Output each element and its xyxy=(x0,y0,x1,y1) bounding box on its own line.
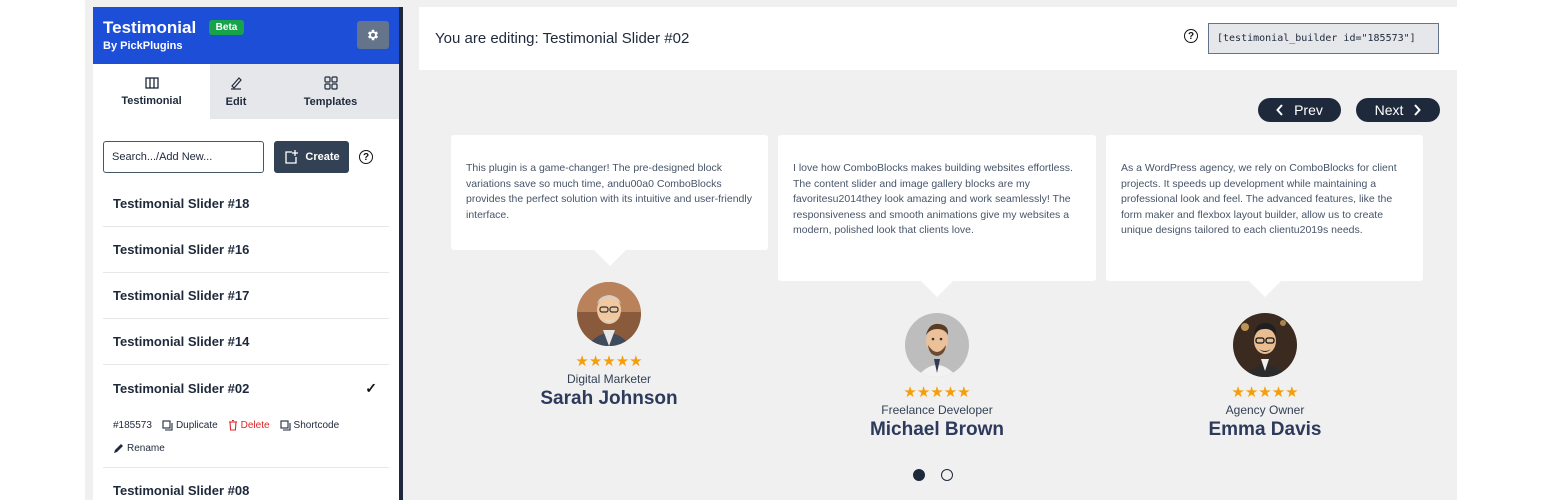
search-row: Create ? xyxy=(93,119,399,173)
tab-edit[interactable]: Edit xyxy=(210,64,262,119)
list-item-label: Testimonial Slider #14 xyxy=(113,334,250,349)
rating-stars: ★★★★★ xyxy=(1231,384,1299,401)
create-label: Create xyxy=(305,151,340,163)
copy-icon xyxy=(279,419,291,431)
columns-icon xyxy=(144,76,159,89)
grid-icon xyxy=(323,75,338,90)
sidebar: Testimonial Beta By PickPlugins Testimon… xyxy=(93,7,399,500)
editor-header: You are editing: Testimonial Slider #02 … xyxy=(419,7,1457,70)
rename-button[interactable]: Rename xyxy=(113,443,165,454)
shortcode-field[interactable]: [testimonial_builder id="185573"] xyxy=(1208,23,1439,54)
testimonial-card: As a WordPress agency, we rely on ComboB… xyxy=(1106,135,1423,297)
tab-templates[interactable]: Templates xyxy=(262,64,399,119)
list-item[interactable]: Testimonial Slider #18 xyxy=(103,181,389,227)
list-item-selected[interactable]: Testimonial Slider #02 ✓ xyxy=(103,365,389,411)
sidebar-tabs: Testimonial Edit Templates xyxy=(93,64,399,119)
author-role: Agency Owner xyxy=(1225,403,1305,417)
testimonial-text: I love how ComboBlocks makes building we… xyxy=(793,162,1073,236)
avatar xyxy=(1233,313,1297,377)
avatar xyxy=(905,313,969,377)
testimonial-card: This plugin is a game-changer! The pre-d… xyxy=(451,135,768,266)
beta-badge: Beta xyxy=(208,20,245,35)
brand-subtitle: By PickPlugins xyxy=(103,40,183,52)
item-id: #185573 xyxy=(113,419,152,431)
left-gutter xyxy=(0,0,85,500)
rating-stars: ★★★★★ xyxy=(575,353,643,370)
help-icon[interactable]: ? xyxy=(1184,29,1198,43)
add-document-icon xyxy=(285,150,299,164)
duplicate-label: Duplicate xyxy=(175,419,218,431)
help-icon[interactable]: ? xyxy=(359,150,373,164)
delete-label: Delete xyxy=(240,419,270,431)
create-button[interactable]: Create xyxy=(274,141,349,173)
pencil-icon xyxy=(231,76,242,90)
copy-icon xyxy=(162,419,173,431)
chevron-right-icon xyxy=(1414,104,1422,116)
prev-label: Prev xyxy=(1294,102,1323,118)
author-name: Michael Brown xyxy=(869,419,1005,440)
next-button[interactable]: Next xyxy=(1356,98,1440,122)
next-label: Next xyxy=(1374,102,1404,118)
gear-icon xyxy=(367,29,379,41)
author-name: Sarah Johnson xyxy=(540,388,678,409)
delete-button[interactable]: Delete xyxy=(228,419,270,431)
author-name: Emma Davis xyxy=(1208,419,1322,440)
search-input[interactable] xyxy=(103,141,264,173)
sidebar-divider xyxy=(399,7,403,500)
checkmark-icon: ✓ xyxy=(365,379,377,396)
slider-pagination xyxy=(913,469,953,481)
list-item-label: Testimonial Slider #17 xyxy=(113,288,250,303)
prev-button[interactable]: Prev xyxy=(1258,98,1341,122)
list-item-label: Testimonial Slider #18 xyxy=(113,196,250,211)
list-item-label: Testimonial Slider #16 xyxy=(113,242,250,257)
list-item-label: Testimonial Slider #08 xyxy=(113,483,250,498)
brand-header: Testimonial Beta By PickPlugins xyxy=(93,7,399,64)
testimonial-text: This plugin is a game-changer! The pre-d… xyxy=(466,162,752,221)
testimonial-author: ★★★★★ Agency Owner Emma Davis xyxy=(1165,313,1365,441)
shortcode-label: Shortcode xyxy=(293,419,340,431)
item-actions: #185573 Duplicate Delete Shortcode Renam… xyxy=(103,411,389,468)
list-item[interactable]: Testimonial Slider #14 xyxy=(103,319,389,365)
author-role: Freelance Developer xyxy=(881,403,993,417)
shortcode-button[interactable]: Shortcode xyxy=(279,419,340,431)
list-item[interactable]: Testimonial Slider #16 xyxy=(103,227,389,273)
chevron-left-icon xyxy=(1276,104,1283,116)
pagination-dot-active[interactable] xyxy=(913,469,925,481)
rename-label: Rename xyxy=(127,442,165,454)
slider-list: Testimonial Slider #18 Testimonial Slide… xyxy=(93,181,399,500)
tab-label: Testimonial xyxy=(121,94,182,107)
pagination-dot[interactable] xyxy=(941,469,953,481)
testimonial-author: ★★★★★ Digital Marketer Sarah Johnson xyxy=(509,282,709,410)
author-role: Digital Marketer xyxy=(566,372,652,386)
tab-label: Templates xyxy=(303,95,358,108)
list-item[interactable]: Testimonial Slider #17 xyxy=(103,273,389,319)
settings-button[interactable] xyxy=(357,21,389,49)
testimonial-card: I love how ComboBlocks makes building we… xyxy=(778,135,1096,297)
duplicate-button[interactable]: Duplicate xyxy=(162,420,218,431)
trash-icon xyxy=(228,419,237,431)
tab-label: Edit xyxy=(225,95,247,108)
list-item-label: Testimonial Slider #02 xyxy=(113,380,250,396)
tab-testimonial[interactable]: Testimonial xyxy=(93,64,210,119)
editing-title: You are editing: Testimonial Slider #02 xyxy=(435,30,690,47)
app-window: Testimonial Beta By PickPlugins Testimon… xyxy=(0,0,1544,500)
rating-stars: ★★★★★ xyxy=(903,384,971,401)
pencil-icon xyxy=(114,443,123,453)
testimonial-text: As a WordPress agency, we rely on ComboB… xyxy=(1121,162,1397,236)
testimonial-author: ★★★★★ Freelance Developer Michael Brown xyxy=(837,313,1037,441)
avatar xyxy=(577,282,641,346)
brand-title: Testimonial xyxy=(103,18,197,37)
list-item[interactable]: Testimonial Slider #08 xyxy=(103,468,389,500)
